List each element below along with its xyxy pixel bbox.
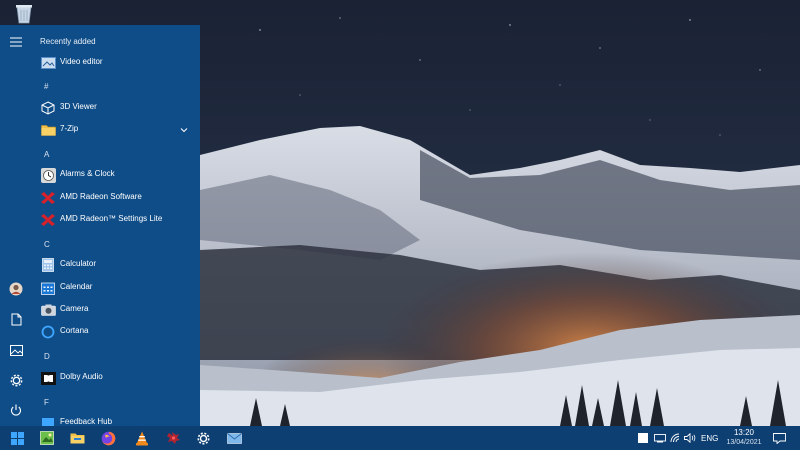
action-center-icon[interactable] <box>773 426 789 450</box>
tablet-mode-icon[interactable] <box>638 426 652 450</box>
clock-icon <box>40 167 56 183</box>
app-item-amd-radeon-settings-lite[interactable]: AMD Radeon™ Settings Lite <box>32 210 198 230</box>
amd-radeon-icon <box>40 190 56 206</box>
user-avatar-icon[interactable] <box>6 279 26 299</box>
app-label: Dolby Audio <box>60 372 103 381</box>
app-item-calculator[interactable]: Calculator <box>32 255 198 275</box>
taskbar: ENG 13:20 13/04/2021 <box>0 426 800 450</box>
camera-icon <box>40 302 56 318</box>
chevron-down-icon[interactable] <box>179 125 189 135</box>
app-label: 3D Viewer <box>60 102 97 111</box>
network-icon[interactable] <box>654 426 668 450</box>
photo-app-icon[interactable] <box>32 426 62 450</box>
documents-icon[interactable] <box>6 309 26 329</box>
settings-gear-icon[interactable] <box>188 426 218 450</box>
file-explorer-icon[interactable] <box>62 426 92 450</box>
start-menu: Recently added Video editor # 3D Viewer … <box>0 25 200 426</box>
recently-added-heading: Recently added <box>40 37 96 46</box>
letter-header-a[interactable]: A <box>44 150 49 159</box>
app-label: AMD Radeon™ Settings Lite <box>60 214 163 223</box>
start-windows-icon[interactable] <box>2 426 32 450</box>
app-item-feedback-hub[interactable]: Feedback Hub <box>32 413 198 426</box>
settings-gear-icon[interactable] <box>6 370 26 390</box>
app-label: Alarms & Clock <box>60 169 115 178</box>
app-label: Calendar <box>60 282 93 291</box>
app-item-dolby-audio[interactable]: Dolby Audio <box>32 368 198 388</box>
hamburger-menu-icon[interactable] <box>6 32 26 52</box>
app-item-alarms-clock[interactable]: Alarms & Clock <box>32 165 198 185</box>
app-item-cortana[interactable]: Cortana <box>32 322 198 342</box>
dolby-audio-icon <box>40 370 56 386</box>
cortana-icon <box>40 324 56 340</box>
app-label: AMD Radeon Software <box>60 192 142 201</box>
recycle-bin-icon[interactable] <box>10 2 38 24</box>
3d-viewer-icon <box>40 100 56 116</box>
app-item-7-zip[interactable]: 7-Zip <box>32 120 198 140</box>
app-item-camera[interactable]: Camera <box>32 300 198 320</box>
clock-date: 13/04/2021 <box>726 439 762 446</box>
taskbar-clock[interactable]: 13:20 13/04/2021 <box>722 428 766 448</box>
letter-header-hash[interactable]: # <box>44 82 48 91</box>
app-item-calendar[interactable]: Calendar <box>32 278 198 298</box>
app-label: Video editor <box>60 57 103 66</box>
app-item-3d-viewer[interactable]: 3D Viewer <box>32 98 198 118</box>
firefox-icon[interactable] <box>93 426 123 450</box>
wifi-icon[interactable] <box>670 426 682 450</box>
pictures-icon[interactable] <box>6 340 26 360</box>
video-editor-icon <box>40 55 56 71</box>
app-label: Cortana <box>60 326 89 335</box>
calendar-icon <box>40 280 56 296</box>
calculator-icon <box>40 257 56 273</box>
letter-header-c[interactable]: C <box>44 240 50 249</box>
amd-radeon-icon <box>40 212 56 228</box>
app-item-video-editor[interactable]: Video editor <box>32 53 198 73</box>
game-app-icon[interactable] <box>158 426 188 450</box>
app-item-amd-radeon-software[interactable]: AMD Radeon Software <box>32 188 198 208</box>
letter-header-f[interactable]: F <box>44 398 49 407</box>
app-label: Camera <box>60 304 89 313</box>
clock-time: 13:20 <box>733 428 755 437</box>
start-menu-rail <box>0 25 32 426</box>
folder-icon <box>40 122 56 138</box>
app-label: Calculator <box>60 259 97 268</box>
power-icon[interactable] <box>6 400 26 420</box>
feedback-hub-icon <box>40 415 56 426</box>
vlc-icon[interactable] <box>127 426 157 450</box>
language-indicator[interactable]: ENG <box>701 426 718 450</box>
mail-icon[interactable] <box>219 426 249 450</box>
volume-icon[interactable] <box>684 426 698 450</box>
app-label: 7-Zip <box>60 124 79 133</box>
app-label: Feedback Hub <box>60 417 113 426</box>
letter-header-d[interactable]: D <box>44 352 50 361</box>
app-list[interactable]: Recently added Video editor # 3D Viewer … <box>32 25 200 426</box>
